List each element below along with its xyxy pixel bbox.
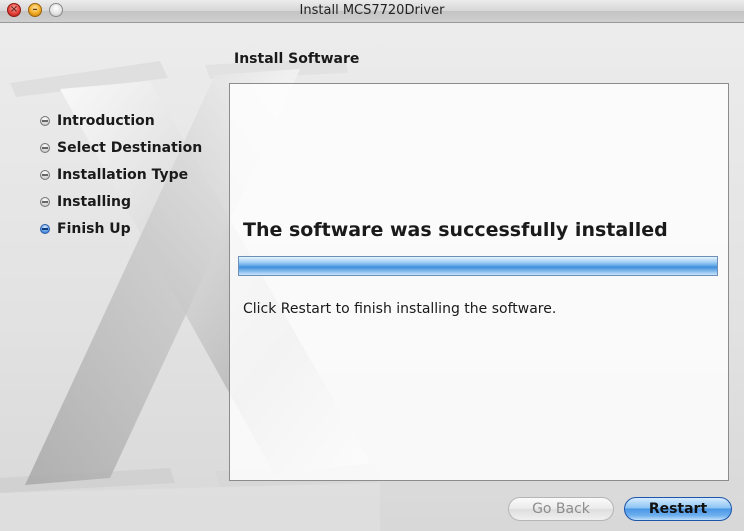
step-label: Introduction [57,113,155,129]
step-installing: Installing [40,192,202,219]
step-bullet-icon [40,224,50,234]
instruction-text: Click Restart to finish installing the s… [243,301,557,317]
step-label: Installation Type [57,167,189,183]
step-list: Introduction Select Destination Installa… [40,111,202,246]
step-label: Select Destination [57,140,203,156]
content-panel: The software was successfully installed … [229,83,729,481]
restart-button[interactable]: Restart [624,497,732,521]
step-installation-type: Installation Type [40,165,202,192]
step-bullet-icon [40,116,50,126]
window-title: Install MCS7720Driver [299,3,445,18]
progress-fill [239,257,717,275]
step-label: Finish Up [57,221,131,237]
installer-window: × – Install MCS7720Driver Install Softwa… [0,0,744,531]
title-bar[interactable]: × – Install MCS7720Driver [0,0,744,23]
step-bullet-icon [40,143,50,153]
step-introduction: Introduction [40,111,202,138]
step-finish-up: Finish Up [40,219,202,246]
go-back-button[interactable]: Go Back [508,497,614,521]
step-select-destination: Select Destination [40,138,202,165]
progress-bar [238,256,718,276]
step-label: Installing [57,194,132,210]
page-title: Install Software [234,51,360,67]
step-bullet-icon [40,197,50,207]
status-heading: The software was successfully installed [243,219,668,241]
step-bullet-icon [40,170,50,180]
